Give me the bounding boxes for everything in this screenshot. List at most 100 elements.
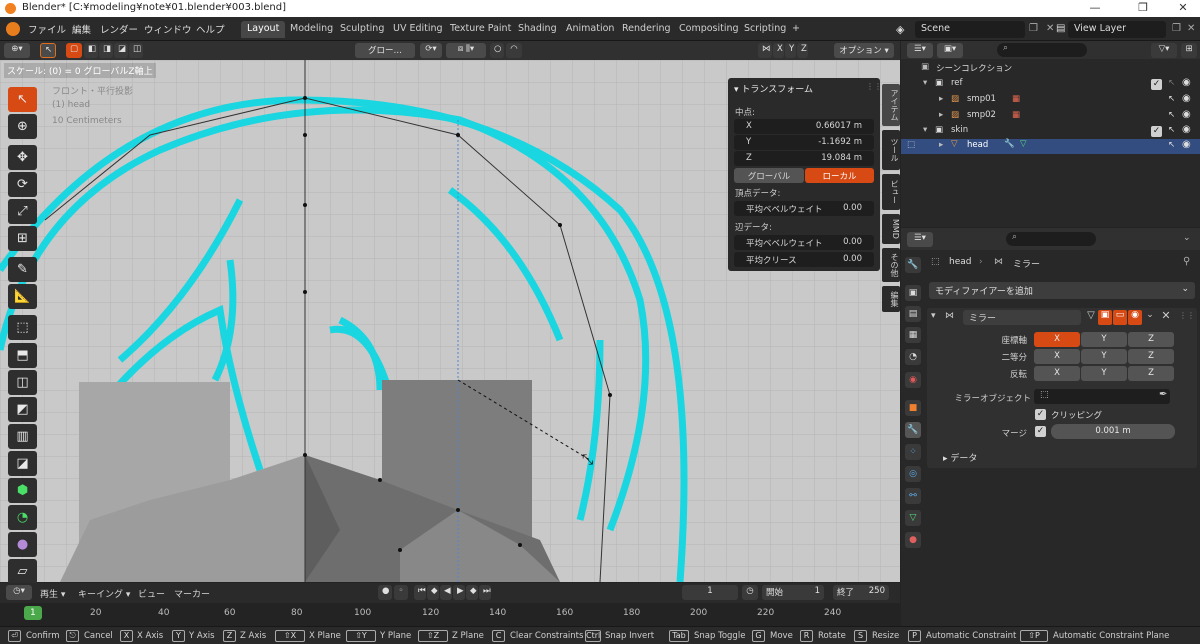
bisect-x-button[interactable]: X (1034, 349, 1080, 364)
record-icon[interactable]: ● (378, 585, 392, 600)
play-icon[interactable]: ▶ (453, 585, 465, 600)
world-properties-icon[interactable]: ◉ (905, 372, 921, 388)
expand-arrow-icon[interactable]: ▾ (923, 125, 927, 135)
object-data-properties-icon[interactable]: ▽ (905, 510, 921, 526)
properties-search-input[interactable]: ⌕ (1006, 232, 1096, 246)
local-button[interactable]: ローカル (805, 168, 874, 183)
select-tool-icon[interactable]: ↖ (40, 43, 56, 58)
constraints-properties-icon[interactable]: ⚯ (905, 488, 921, 504)
minimize-button[interactable]: — (1080, 1, 1110, 14)
render-properties-icon[interactable]: ▣ (905, 285, 921, 301)
expand-arrow-icon[interactable]: ▸ (939, 140, 943, 150)
playback-menu[interactable]: 再生 ▾ (40, 587, 65, 600)
properties-editor-type-icon[interactable]: ☰▾ (907, 232, 933, 247)
modifier-name-field[interactable]: ミラー (963, 310, 1081, 325)
remove-modifier-icon[interactable]: ✕ (1159, 309, 1173, 324)
tab-compositing[interactable]: Compositing (673, 21, 745, 38)
axis-z-toggle[interactable]: Z (797, 43, 808, 58)
scene-selector[interactable]: Scene (915, 21, 1025, 38)
maximize-button[interactable]: ❐ (1128, 1, 1158, 14)
view-layer-icon[interactable]: ▤ (1056, 23, 1065, 34)
mirror-object-field[interactable]: ⬚ (1034, 389, 1170, 404)
transform-panel-header[interactable]: ▾ トランスフォーム (734, 82, 813, 95)
inset-tool[interactable]: ◫ (8, 370, 37, 395)
end-frame-field[interactable]: 終了 250 (833, 585, 889, 600)
outliner-search-input[interactable]: ⌕ (997, 43, 1087, 57)
snap-dropdown[interactable]: ⧈ ⫼▾ (446, 43, 486, 58)
select-intersect-icon[interactable]: ◫ (129, 43, 143, 58)
select-arrow-icon[interactable]: ↖ (1168, 140, 1175, 150)
flip-z-button[interactable]: Z (1128, 366, 1174, 381)
select-arrow-icon[interactable]: ↖ (1168, 94, 1175, 104)
select-invert-icon[interactable]: ◪ (114, 43, 128, 58)
cursor-tool[interactable]: ⊕ (8, 114, 37, 139)
spin-tool[interactable]: ◔ (8, 505, 37, 530)
flip-x-button[interactable]: X (1034, 366, 1080, 381)
outliner-row-smp01[interactable]: ▸ ▨ smp01 ▦ ↖ ◉ (901, 93, 1200, 108)
shear-tool[interactable]: ▱ (8, 559, 37, 584)
menu-file[interactable]: ファイル (28, 22, 66, 36)
eye-icon[interactable]: ◉ (1182, 93, 1191, 104)
jump-end-icon[interactable]: ⏭ (479, 585, 491, 600)
options-dropdown[interactable]: オプション ▾ (834, 43, 894, 58)
select-extend-icon[interactable]: ◧ (84, 43, 98, 58)
pin-icon[interactable]: ⚲ (1183, 256, 1190, 267)
eye-icon[interactable]: ◉ (1182, 124, 1191, 135)
scene-delete-icon[interactable]: ✕ (1046, 23, 1054, 34)
include-checkbox[interactable]: ✓ (1151, 79, 1162, 90)
crease-field[interactable]: 平均クリース 0.00 (734, 252, 874, 267)
tab-item[interactable]: アイテム (882, 84, 900, 126)
select-new-icon[interactable]: ▢ (66, 43, 82, 58)
loop-cut-tool[interactable]: ▥ (8, 424, 37, 449)
collapse-arrow-icon[interactable]: ▾ (931, 311, 936, 321)
output-properties-icon[interactable]: ▤ (905, 306, 921, 322)
expand-arrow-icon[interactable]: ▸ (939, 110, 943, 120)
tab-mmd[interactable]: MMD (882, 214, 900, 244)
view-menu[interactable]: ビュー (138, 587, 165, 600)
measure-tool[interactable]: 📐 (8, 284, 37, 309)
outliner-row-skin[interactable]: ▾ ▣ skin ✓ ↖ ◉ (901, 124, 1200, 139)
tab-view[interactable]: ビュー (882, 174, 900, 210)
viewport-toggle-icon[interactable]: ▭ (1113, 310, 1127, 325)
data-subpanel-header[interactable]: ▸ データ (943, 451, 977, 464)
object-properties-icon[interactable]: ■ (905, 400, 921, 416)
tab-modeling[interactable]: Modeling (284, 21, 339, 38)
tab-tool[interactable]: ツール (882, 130, 900, 170)
proportional-icon[interactable]: ○ (490, 43, 504, 58)
select-subtract-icon[interactable]: ◨ (99, 43, 113, 58)
outliner-row-smp02[interactable]: ▸ ▨ smp02 ▦ ↖ ◉ (901, 109, 1200, 124)
include-checkbox[interactable]: ✓ (1151, 126, 1162, 137)
drag-handle-icon[interactable]: ⋮⋮ (866, 82, 882, 91)
keyframe-set-icon[interactable]: ◦ (394, 585, 408, 600)
editor-type-icon[interactable]: ⊕▾ (4, 43, 30, 58)
mirror-icon[interactable]: ⋈ (758, 43, 772, 58)
knife-tool[interactable]: ◪ (8, 451, 37, 476)
view-layer-selector[interactable]: View Layer (1068, 21, 1166, 38)
outliner-editor-type-icon[interactable]: ☰▾ (907, 43, 933, 58)
menu-render[interactable]: レンダー (100, 22, 138, 36)
scene-icon[interactable]: ◈ (896, 23, 904, 36)
material-properties-icon[interactable]: ● (905, 532, 921, 548)
tab-uv-editing[interactable]: UV Editing (387, 21, 449, 38)
keying-menu[interactable]: キーイング ▾ (78, 587, 130, 600)
display-mode-icon[interactable]: ▣▾ (937, 43, 963, 58)
play-reverse-icon[interactable]: ◀ (440, 585, 452, 600)
particles-properties-icon[interactable]: ⁘ (905, 444, 921, 460)
next-key-icon[interactable]: ◆ (466, 585, 478, 600)
scale-tool[interactable]: ⤢ (8, 199, 37, 224)
tool-settings-icon[interactable]: 🔧 (905, 257, 921, 273)
edit-mode-icon[interactable]: ⬚ (907, 140, 915, 150)
axis-z-button[interactable]: Z (1128, 332, 1174, 347)
smooth-tool[interactable]: ● (8, 532, 37, 557)
blender-menu-icon[interactable] (6, 22, 20, 36)
axis-y-button[interactable]: Y (1081, 332, 1127, 347)
expand-arrow-icon[interactable]: ▾ (923, 78, 927, 88)
select-arrow-icon[interactable]: ↖ (1168, 125, 1175, 135)
transform-orientation-dropdown[interactable]: グロー… (355, 43, 415, 58)
eye-icon[interactable]: ◉ (1182, 109, 1191, 120)
scene-copy-icon[interactable]: ❐ (1029, 23, 1038, 34)
tab-sculpting[interactable]: Sculpting (334, 21, 390, 38)
tab-other[interactable]: その他 (882, 248, 900, 282)
rotate-tool[interactable]: ⟳ (8, 172, 37, 197)
outliner-row-head[interactable]: ⬚ ▸ ▽ head 🔧 ▽ ↖ ◉ (901, 139, 1200, 154)
